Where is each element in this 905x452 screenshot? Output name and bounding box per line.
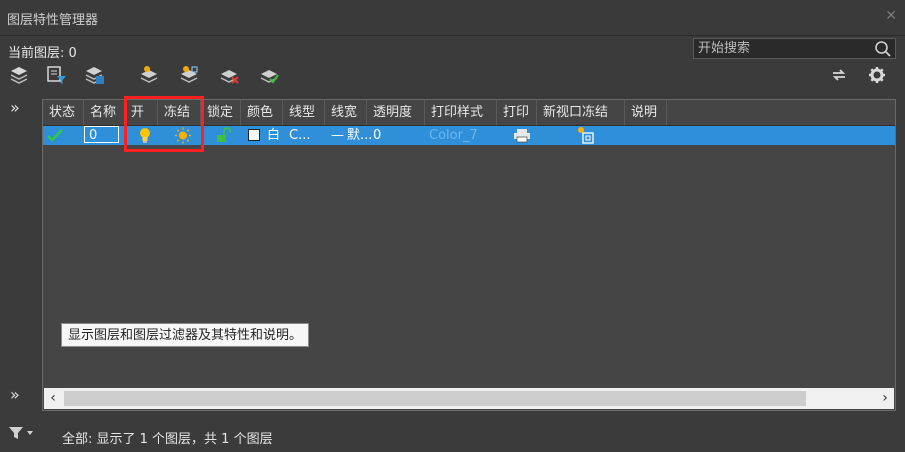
layer-plot-style: Color_7: [429, 128, 478, 143]
layer-states-icon: [85, 67, 104, 84]
layer-lineweight[interactable]: 默...: [347, 126, 372, 145]
layer-list[interactable]: 状态 名称 开 冻结 锁定 颜色 线型 线宽 透明度 打印样式 打印 新视口冻结…: [42, 99, 896, 411]
filter-tree-sidebar: » »: [4, 96, 40, 412]
column-vp-freeze[interactable]: 新视口冻结: [537, 100, 625, 125]
sun-thawed-icon[interactable]: [174, 127, 192, 144]
current-layer-label: 当前图层: 0: [8, 42, 77, 61]
new-vp-freeze-icon[interactable]: [577, 126, 595, 145]
column-color[interactable]: 颜色: [241, 100, 283, 125]
search-box[interactable]: [693, 38, 896, 59]
filter-icon: [10, 67, 28, 84]
group-filter-icon: [47, 66, 66, 84]
search-input[interactable]: [694, 39, 872, 58]
column-linetype[interactable]: 线型: [283, 100, 325, 125]
layer-color-name[interactable]: 白: [267, 126, 280, 145]
column-lineweight[interactable]: 线宽: [325, 100, 367, 125]
lineweight-sample: —: [331, 128, 344, 143]
color-swatch[interactable]: [248, 129, 260, 141]
delete-layer-button[interactable]: [218, 64, 240, 86]
scrollbar-thumb[interactable]: [64, 391, 806, 406]
current-layer-value: 0: [68, 46, 77, 61]
new-layer-icon: [140, 66, 158, 83]
lightbulb-on-icon[interactable]: [138, 127, 152, 144]
refresh-icon: [832, 69, 846, 81]
layer-list-header: 状态 名称 开 冻结 锁定 颜色 线型 线宽 透明度 打印样式 打印 新视口冻结…: [43, 100, 895, 126]
delete-layer-icon: [220, 70, 239, 84]
column-freeze[interactable]: 冻结: [158, 100, 201, 125]
column-transparency[interactable]: 透明度: [367, 100, 425, 125]
set-current-button[interactable]: [258, 64, 280, 86]
tooltip: 显示图层和图层过滤器及其特性和说明。: [61, 323, 310, 347]
expand-filter-tree-icon[interactable]: »: [10, 98, 20, 117]
color-swatch-fill: [249, 130, 259, 140]
set-current-icon: [260, 70, 279, 84]
title-bar: 图层特性管理器 ✕: [0, 0, 905, 36]
new-property-filter-button[interactable]: [8, 64, 30, 86]
filter-dropdown-icon[interactable]: [7, 424, 37, 444]
gear-icon: [869, 67, 885, 83]
close-icon[interactable]: ✕: [885, 8, 897, 24]
scroll-left-icon[interactable]: ‹: [44, 388, 62, 409]
layer-transparency[interactable]: 0: [373, 126, 381, 145]
scroll-right-icon[interactable]: ›: [876, 388, 894, 409]
refresh-button[interactable]: [828, 64, 850, 86]
search-icon[interactable]: [874, 40, 892, 58]
horizontal-scrollbar[interactable]: ‹ ›: [44, 388, 894, 409]
column-on[interactable]: 开: [125, 100, 158, 125]
column-plot-style[interactable]: 打印样式: [425, 100, 497, 125]
table-row[interactable]: 0 白 C... — 默... 0 Color_7: [43, 126, 895, 145]
status-bar: 全部: 显示了 1 个图层，共 1 个图层: [0, 418, 905, 452]
column-lock[interactable]: 锁定: [201, 100, 241, 125]
unlocked-icon[interactable]: [215, 127, 231, 144]
column-status[interactable]: 状态: [43, 100, 84, 125]
settings-button[interactable]: [866, 64, 888, 86]
current-check-icon[interactable]: [46, 128, 64, 143]
new-group-filter-button[interactable]: [46, 64, 68, 86]
layer-linetype[interactable]: C...: [289, 126, 310, 145]
layer-name[interactable]: 0: [89, 126, 97, 145]
column-description[interactable]: 说明: [625, 100, 667, 125]
window-title: 图层特性管理器: [7, 13, 99, 28]
printer-icon[interactable]: [513, 128, 531, 143]
new-layer-vp-icon: [180, 66, 198, 83]
expand-filter-tree-bottom-icon[interactable]: »: [10, 385, 20, 404]
column-plot[interactable]: 打印: [497, 100, 537, 125]
status-text: 全部: 显示了 1 个图层，共 1 个图层: [62, 432, 273, 447]
column-name[interactable]: 名称: [84, 100, 125, 125]
new-layer-vp-frozen-button[interactable]: [178, 64, 200, 86]
new-layer-button[interactable]: [138, 64, 160, 86]
current-layer-caption: 当前图层:: [8, 46, 65, 61]
layer-states-manager-button[interactable]: [83, 64, 105, 86]
